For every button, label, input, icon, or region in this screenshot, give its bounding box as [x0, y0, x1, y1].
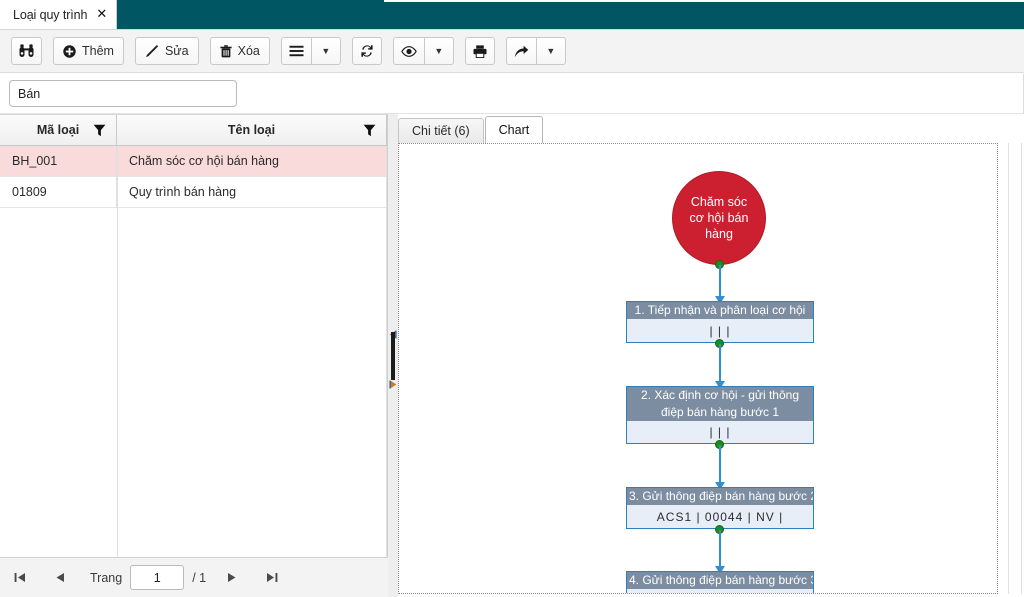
chart-vertical-scrollbar[interactable]	[1008, 143, 1022, 594]
top-white-strip	[384, 0, 1024, 2]
flow-node-2-title: 2. Xác định cơ hội - gửi thông điệp bán …	[627, 387, 813, 421]
flow-node-3[interactable]: 3. Gửi thông điệp bán hàng bước 2 ACS1 |…	[626, 487, 814, 529]
flow-start-node[interactable]: Chăm sóc cơ hội bán hàng	[672, 171, 766, 265]
flow-node-4-title: 4. Gửi thông điệp bán hàng bước 3	[627, 572, 813, 589]
export-dropdown-button[interactable]: ▼	[535, 37, 566, 65]
edit-button-label: Sửa	[164, 44, 189, 58]
toolbar-group-add: Thêm	[53, 37, 124, 65]
refresh-icon	[360, 44, 374, 58]
grid-pager: Trang / 1	[0, 557, 388, 597]
chart-canvas[interactable]: Chăm sóc cơ hội bán hàng 1. Tiếp nhận và…	[398, 143, 998, 594]
cell-ma-loai: 01809	[0, 177, 117, 207]
grid-column-label-ma-loai: Mã loại	[36, 123, 80, 137]
table-row[interactable]: BH_001 Chăm sóc cơ hội bán hàng	[0, 146, 387, 177]
flow-start-node-label: Chăm sóc cơ hội bán hàng	[689, 195, 749, 241]
grid-column-label-ten-loai: Tên loại	[227, 123, 276, 137]
app-tab-loai-quy-trinh[interactable]: Loại quy trình ✕	[0, 0, 118, 29]
pager-next-button[interactable]	[212, 559, 252, 597]
process-flow-diagram: Chăm sóc cơ hội bán hàng 1. Tiếp nhận và…	[399, 144, 997, 593]
eye-icon	[401, 45, 417, 57]
flow-node-2[interactable]: 2. Xác định cơ hội - gửi thông điệp bán …	[626, 386, 814, 444]
toolbar-group-menu: ▼	[280, 37, 341, 65]
delete-button-label: Xóa	[237, 44, 260, 58]
cell-ten-loai: Quy trình bán hàng	[117, 177, 387, 207]
app-tab-label: Loại quy trình	[13, 7, 88, 22]
process-type-grid-panel: Mã loại Tên loại BH_001 Chăm sóc cơ hội …	[0, 114, 388, 597]
table-row[interactable]: 01809 Quy trình bán hàng	[0, 177, 387, 208]
pager-page-input[interactable]	[130, 565, 185, 590]
add-button-label: Thêm	[82, 44, 114, 58]
trash-icon	[220, 44, 232, 58]
delete-button[interactable]: Xóa	[209, 37, 270, 65]
grid-column-divider	[117, 146, 118, 557]
flow-node-4[interactable]: 4. Gửi thông điệp bán hàng bước 3 | | |	[626, 571, 814, 593]
filter-icon[interactable]	[363, 124, 376, 140]
tab-chart[interactable]: Chart	[484, 116, 544, 143]
share-arrow-icon	[514, 45, 529, 58]
flow-node-3-title: 3. Gửi thông điệp bán hàng bước 2	[627, 488, 813, 505]
binoculars-icon	[19, 44, 34, 58]
splitter-expand-right-icon[interactable]	[389, 380, 397, 389]
refresh-button[interactable]	[351, 37, 382, 65]
pager-last-button[interactable]	[252, 559, 292, 597]
toolbar-group-export: ▼	[505, 37, 566, 65]
flow-node-4-body: | | |	[627, 589, 813, 593]
grid-column-header-ma-loai[interactable]: Mã loại	[0, 115, 117, 145]
menu-button[interactable]	[280, 37, 311, 65]
search-button[interactable]	[11, 37, 42, 65]
search-input[interactable]	[9, 80, 237, 107]
cell-ma-loai: BH_001	[0, 146, 117, 176]
detail-chart-panel: Chi tiết (6) Chart Chăm sóc cơ hội bán h…	[398, 114, 1024, 597]
pencil-icon	[145, 44, 159, 58]
main-toolbar: Thêm Sửa Xóa ▼ ▼ ▼	[0, 29, 1024, 73]
application-tab-bar: Loại quy trình ✕	[0, 0, 1024, 29]
printer-icon	[473, 44, 487, 58]
panel-splitter[interactable]	[388, 114, 398, 597]
view-dropdown-button[interactable]: ▼	[423, 37, 454, 65]
grid-column-header-ten-loai[interactable]: Tên loại	[117, 115, 387, 145]
grid-header-row: Mã loại Tên loại	[0, 114, 387, 146]
toolbar-group-delete: Xóa	[209, 37, 270, 65]
chevron-down-icon: ▼	[434, 46, 444, 56]
chevron-down-icon: ▼	[321, 46, 331, 56]
detail-tabstrip: Chi tiết (6) Chart	[398, 116, 1024, 143]
pager-prev-button[interactable]	[40, 559, 80, 597]
search-row	[0, 74, 1024, 114]
toolbar-group-refresh	[351, 37, 382, 65]
hamburger-icon	[289, 45, 304, 57]
print-button[interactable]	[464, 37, 495, 65]
plus-circle-icon	[63, 44, 76, 58]
toolbar-group-edit: Sửa	[134, 37, 199, 65]
tab-chi-tiet-label: Chi tiết (6)	[412, 124, 470, 138]
toolbar-group-search	[11, 37, 42, 65]
flow-node-1-title: 1. Tiếp nhận và phân loại cơ hội	[627, 302, 813, 319]
tab-chi-tiet[interactable]: Chi tiết (6)	[398, 118, 484, 143]
chevron-down-icon: ▼	[546, 46, 556, 56]
splitter-grip[interactable]	[391, 331, 395, 380]
filter-icon[interactable]	[93, 124, 106, 140]
pager-label: Trang	[90, 570, 123, 585]
flow-node-1[interactable]: 1. Tiếp nhận và phân loại cơ hội | | |	[626, 301, 814, 343]
cell-ten-loai: Chăm sóc cơ hội bán hàng	[117, 146, 387, 176]
pager-total-pages: / 1	[192, 570, 207, 585]
view-button[interactable]	[392, 37, 424, 65]
edit-button[interactable]: Sửa	[134, 37, 199, 65]
tab-chart-label: Chart	[498, 123, 530, 137]
toolbar-group-print	[464, 37, 495, 65]
add-button[interactable]: Thêm	[53, 37, 124, 65]
toolbar-group-view: ▼	[392, 37, 454, 65]
menu-dropdown-button[interactable]: ▼	[310, 37, 341, 65]
close-icon[interactable]: ✕	[96, 8, 107, 21]
pager-first-button[interactable]	[0, 559, 40, 597]
export-button[interactable]	[505, 37, 536, 65]
